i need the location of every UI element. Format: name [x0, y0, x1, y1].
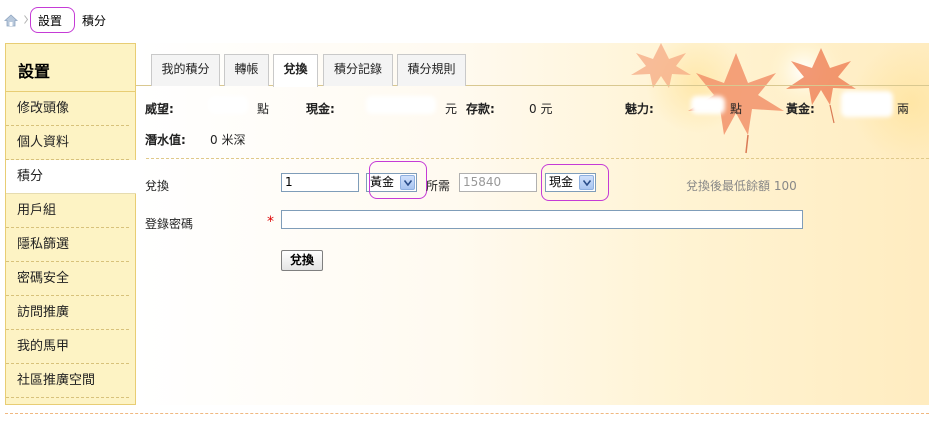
gold-unit: 兩 [897, 102, 910, 116]
sidebar-menu: 修改頭像 個人資料 積分 用戶組 隱私篩選 密碼安全 訪問推廣 我的馬甲 社區推… [6, 92, 136, 398]
sidebar-item-avatar[interactable]: 修改頭像 [6, 92, 129, 126]
min-balance-hint: 兌換後最低餘額 100 [686, 179, 797, 193]
exchange-amount-input[interactable]: 1 [281, 173, 359, 192]
tab-my-points[interactable]: 我的積分 [151, 54, 220, 86]
deposit-value: 0 元 [529, 102, 553, 116]
tab-points-rules[interactable]: 積分規則 [397, 54, 466, 86]
tab-bar: 我的積分 轉帳 兌換 積分記錄 積分規則 [136, 43, 929, 87]
highlight-annotation [30, 7, 75, 33]
divider [146, 158, 929, 159]
sidebar-item-password-security[interactable]: 密碼安全 [6, 262, 129, 296]
sidebar-item-points[interactable]: 積分 [6, 160, 136, 194]
sidebar-item-alt-accounts[interactable]: 我的馬甲 [6, 330, 129, 364]
tab-exchange[interactable]: 兌換 [273, 54, 318, 87]
footer-divider [5, 413, 929, 414]
required-marker: * [267, 214, 274, 230]
redacted-value [366, 96, 436, 114]
cash-label: 現金: [306, 102, 335, 116]
charm-label: 魅力: [625, 102, 654, 116]
need-label: 所需 [426, 179, 451, 193]
exchange-submit-button[interactable]: 兌換 [281, 250, 324, 271]
charm-unit: 點 [730, 102, 743, 116]
highlight-annotation [541, 164, 609, 201]
lurk-value: 0 米深 [210, 133, 246, 147]
sidebar-item-privacy[interactable]: 隱私篩選 [6, 228, 129, 262]
sidebar: 設置 修改頭像 個人資料 積分 用戶組 隱私篩選 密碼安全 訪問推廣 我的馬甲 … [5, 43, 136, 405]
home-icon[interactable] [4, 14, 18, 27]
breadcrumb: 設置 積分 [0, 0, 929, 40]
cash-unit: 元 [445, 102, 458, 116]
redacted-value [841, 91, 893, 117]
chevron-right-icon [24, 15, 28, 24]
required-amount-field: 15840 [459, 173, 537, 192]
reputation-label: 威望: [145, 102, 174, 116]
redacted-value [208, 96, 248, 114]
redacted-value [691, 96, 725, 114]
deposit-label: 存款: [466, 102, 495, 116]
sidebar-item-promotion[interactable]: 訪問推廣 [6, 296, 129, 330]
sidebar-item-community-space[interactable]: 社區推廣空間 [6, 364, 129, 398]
main-panel: 我的積分 轉帳 兌換 積分記錄 積分規則 威望: 點 現金: 元 存款: 0 元… [136, 43, 929, 405]
sidebar-item-profile[interactable]: 個人資料 [6, 126, 129, 160]
sidebar-title: 設置 [6, 44, 135, 92]
gold-label: 黃金: [786, 102, 815, 116]
tab-points-log[interactable]: 積分記錄 [323, 54, 393, 86]
exchange-label: 兌換 [145, 179, 170, 193]
tab-transfer[interactable]: 轉帳 [224, 54, 269, 86]
lurk-value-label: 潛水值: [145, 133, 186, 147]
reputation-unit: 點 [257, 102, 270, 116]
breadcrumb-current-points: 積分 [82, 14, 107, 28]
highlight-annotation [369, 161, 427, 199]
sidebar-item-usergroup[interactable]: 用戶組 [6, 194, 129, 228]
login-password-input[interactable] [281, 210, 803, 229]
password-label: 登錄密碼 [145, 217, 194, 231]
